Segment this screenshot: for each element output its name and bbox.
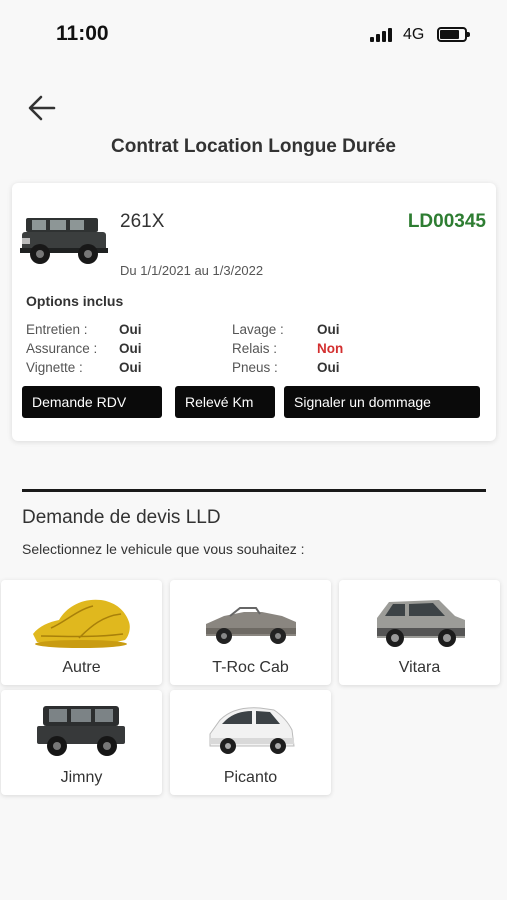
option-label: Assurance : <box>26 341 98 356</box>
card-actions: Demande RDV Relevé Km Signaler un dommag… <box>22 386 488 418</box>
option-value: Non <box>317 341 344 356</box>
vehicle-tile-jimny[interactable]: Jimny <box>1 690 162 795</box>
contract-reference: LD00345 <box>407 211 486 232</box>
vehicle-tile-t-roc-cab[interactable]: T-Roc Cab <box>170 580 331 685</box>
vehicle-tile-autre[interactable]: Autre <box>1 580 162 685</box>
jeep-car-icon <box>20 208 110 270</box>
vehicle-tile-picanto[interactable]: Picanto <box>170 690 331 795</box>
vehicle-name: Vitara <box>398 659 441 676</box>
covered-car-icon <box>31 588 132 652</box>
vehicle-name: Autre <box>62 659 101 676</box>
option-label: Pneus : <box>232 360 278 375</box>
page-title: Contrat Location Longue Durée <box>111 136 396 157</box>
option-value: Oui <box>317 360 340 375</box>
convertible-car-icon <box>200 588 301 652</box>
quote-section-title: Demande de devis LLD <box>22 507 221 528</box>
report-damage-button[interactable]: Signaler un dommage <box>284 386 480 418</box>
mileage-reading-button[interactable]: Relevé Km <box>175 386 275 418</box>
offroad-car-icon <box>31 698 132 762</box>
section-divider <box>22 489 486 492</box>
option-entretien: Entretien : Oui <box>26 321 142 339</box>
status-bar: 11:00 4G <box>0 0 507 72</box>
contract-dates: Du 1/1/2021 au 1/3/2022 <box>120 263 264 278</box>
option-label: Lavage : <box>232 322 284 337</box>
option-label: Vignette : <box>26 360 83 375</box>
option-value: Oui <box>119 322 142 337</box>
network-label: 4G <box>403 26 425 43</box>
request-appointment-button[interactable]: Demande RDV <box>22 386 162 418</box>
options-title: Options inclus <box>26 293 124 309</box>
suv-car-icon <box>369 588 470 652</box>
quote-section-subtitle: Selectionnez le vehicule que vous souhai… <box>22 541 305 557</box>
option-vignette: Vignette : Oui <box>26 359 142 377</box>
vehicle-name: Jimny <box>60 769 103 786</box>
city-car-icon <box>200 698 301 762</box>
vehicle-name: Picanto <box>223 769 278 786</box>
option-value: Oui <box>317 322 340 337</box>
option-value: Oui <box>119 360 142 375</box>
option-lavage: Lavage : Oui <box>232 321 340 339</box>
contract-car-model: 261X <box>120 211 165 232</box>
option-label: Entretien : <box>26 322 88 337</box>
battery-icon <box>437 27 470 42</box>
signal-icon <box>370 28 392 42</box>
option-label: Relais : <box>232 341 278 356</box>
option-relais: Relais : Non <box>232 340 343 358</box>
option-assurance: Assurance : Oui <box>26 340 142 358</box>
vehicle-name: T-Roc Cab <box>212 659 289 676</box>
status-time: 11:00 <box>56 22 109 45</box>
back-arrow-icon[interactable] <box>26 92 58 124</box>
vehicle-tile-vitara[interactable]: Vitara <box>339 580 500 685</box>
option-pneus: Pneus : Oui <box>232 359 340 377</box>
contract-card: 261X LD00345 Du 1/1/2021 au 1/3/2022 Opt… <box>12 183 496 441</box>
option-value: Oui <box>119 341 142 356</box>
